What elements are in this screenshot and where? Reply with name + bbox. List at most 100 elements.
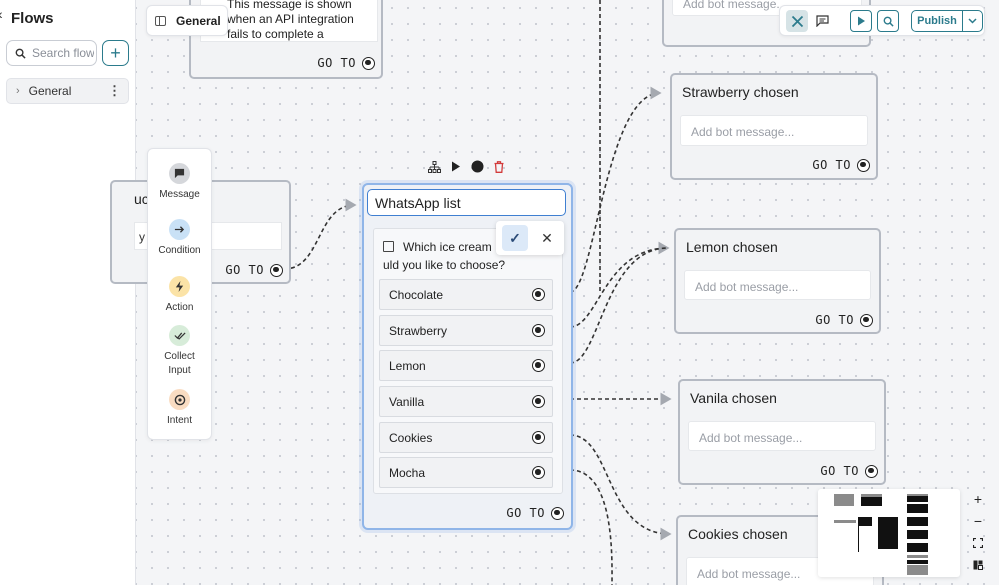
question-line-1: Which ice cream xyxy=(403,240,492,254)
option-label: Cookies xyxy=(389,430,433,445)
fit-view-button[interactable] xyxy=(965,532,991,554)
chevron-down-icon[interactable] xyxy=(963,11,982,31)
port-icon[interactable] xyxy=(362,56,375,70)
search-canvas-button[interactable] xyxy=(877,10,899,32)
node-input[interactable]: Add bot message... xyxy=(684,270,871,300)
palette-label: Message xyxy=(159,189,200,200)
edit-confirm-popover: ✓ ✕ xyxy=(496,221,564,255)
palette-label: Condition xyxy=(158,245,201,256)
more-options-icon[interactable]: ⋮ xyxy=(108,83,121,99)
list-option-mocha[interactable]: Mocha xyxy=(379,457,553,488)
top-toolbar: Publish xyxy=(779,5,985,36)
goto-port[interactable]: GO TO xyxy=(506,506,564,520)
sidebar-item-general[interactable]: › General ⋮ xyxy=(6,78,129,104)
sidebar-toggle-icon[interactable] xyxy=(155,15,166,26)
port-icon[interactable] xyxy=(532,324,545,337)
option-label: Mocha xyxy=(389,465,426,480)
publish-button[interactable]: Publish xyxy=(911,10,983,32)
list-option-cookies[interactable]: Cookies xyxy=(379,422,553,453)
goto-label: GO TO xyxy=(225,263,264,277)
layout-button[interactable] xyxy=(965,554,991,576)
strawberry-chosen-node[interactable]: Strawberry chosen Add bot message... GO … xyxy=(670,73,878,180)
port-icon[interactable] xyxy=(532,466,545,479)
vanilla-chosen-node[interactable]: Vanila chosen Add bot message... GO TO xyxy=(678,379,886,485)
play-icon[interactable] xyxy=(451,161,461,175)
list-body: Which ice cream uld you like to choose? … xyxy=(373,228,563,494)
comment-icon xyxy=(815,15,829,27)
hierarchy-icon[interactable] xyxy=(428,160,441,176)
goto-port[interactable]: GO TO xyxy=(812,158,870,172)
play-icon xyxy=(857,16,865,26)
flows-sidebar: ‹ Flows + › General ⋮ xyxy=(0,0,136,585)
tools-button[interactable] xyxy=(786,10,808,32)
question-text[interactable]: Which ice cream uld you like to choose? xyxy=(383,238,505,274)
node-toolbar xyxy=(426,159,508,177)
search-input[interactable] xyxy=(32,46,94,60)
list-option-strawberry[interactable]: Strawberry xyxy=(379,315,553,346)
search-icon xyxy=(15,48,26,59)
double-check-icon xyxy=(169,325,190,346)
goto-label: GO TO xyxy=(820,464,859,478)
node-input[interactable]: Add bot message... xyxy=(688,421,876,451)
list-option-vanilla[interactable]: Vanilla xyxy=(379,386,553,417)
option-label: Chocolate xyxy=(389,287,444,302)
goto-port[interactable]: GO TO xyxy=(815,313,873,327)
zoom-out-button[interactable]: − xyxy=(965,510,991,532)
lightning-icon xyxy=(169,276,190,297)
port-icon[interactable] xyxy=(532,288,545,301)
port-icon[interactable] xyxy=(532,359,545,372)
option-label: Lemon xyxy=(389,358,426,373)
port-icon[interactable] xyxy=(532,395,545,408)
palette-item-message[interactable]: Message xyxy=(148,163,211,202)
port-icon[interactable] xyxy=(857,158,870,172)
check-icon: ✓ xyxy=(509,229,521,246)
port-icon[interactable] xyxy=(865,464,878,478)
goto-port[interactable]: GO TO xyxy=(820,464,878,478)
zoom-controls: + − xyxy=(965,488,991,580)
canvas-tab-label: General xyxy=(176,13,221,28)
run-button[interactable] xyxy=(850,10,872,32)
goto-port[interactable]: GO TO xyxy=(225,263,283,277)
add-flow-button[interactable]: + xyxy=(102,40,129,66)
fit-view-icon xyxy=(973,538,983,548)
port-icon[interactable] xyxy=(270,263,283,277)
delete-icon[interactable] xyxy=(494,160,504,176)
goto-port[interactable]: GO TO xyxy=(317,56,375,70)
back-icon[interactable]: ‹ xyxy=(0,6,3,22)
palette-item-condition[interactable]: Condition xyxy=(148,219,211,258)
option-label: Vanilla xyxy=(389,394,425,409)
palette-item-collect-input[interactable]: Collect Input xyxy=(148,325,211,378)
goto-label: GO TO xyxy=(815,313,854,327)
port-icon[interactable] xyxy=(860,313,873,327)
minimap[interactable] xyxy=(818,489,960,577)
zoom-in-button[interactable]: + xyxy=(965,488,991,510)
port-icon[interactable] xyxy=(551,506,564,520)
search-icon xyxy=(883,16,894,27)
list-option-chocolate[interactable]: Chocolate xyxy=(379,279,553,310)
palette-label: Intent xyxy=(166,415,193,426)
goto-label: GO TO xyxy=(812,158,851,172)
port-icon[interactable] xyxy=(532,431,545,444)
chevron-right-icon: › xyxy=(16,85,20,97)
confirm-button[interactable]: ✓ xyxy=(502,225,528,251)
search-box[interactable] xyxy=(6,40,97,66)
close-icon: ✕ xyxy=(541,229,553,246)
cancel-button[interactable]: ✕ xyxy=(534,225,560,251)
node-title: Lemon chosen xyxy=(686,239,778,255)
list-option-lemon[interactable]: Lemon xyxy=(379,350,553,381)
message-icon xyxy=(169,163,190,184)
publish-label[interactable]: Publish xyxy=(912,11,963,31)
record-icon[interactable] xyxy=(471,160,484,176)
node-input[interactable]: Add bot message... xyxy=(680,115,868,146)
palette-item-intent[interactable]: Intent xyxy=(148,389,211,428)
node-title-input[interactable]: WhatsApp list xyxy=(367,189,566,216)
comments-button[interactable] xyxy=(811,10,833,32)
node-palette: Message Condition Action Collect Input I… xyxy=(147,148,212,440)
palette-label: Collect Input xyxy=(164,351,195,376)
tools-icon xyxy=(791,15,803,27)
lemon-chosen-node[interactable]: Lemon chosen Add bot message... GO TO xyxy=(674,228,881,334)
sidebar-title: Flows xyxy=(11,10,54,27)
canvas-tab-general[interactable]: General xyxy=(146,5,228,36)
target-icon xyxy=(169,389,190,410)
palette-item-action[interactable]: Action xyxy=(148,276,211,315)
